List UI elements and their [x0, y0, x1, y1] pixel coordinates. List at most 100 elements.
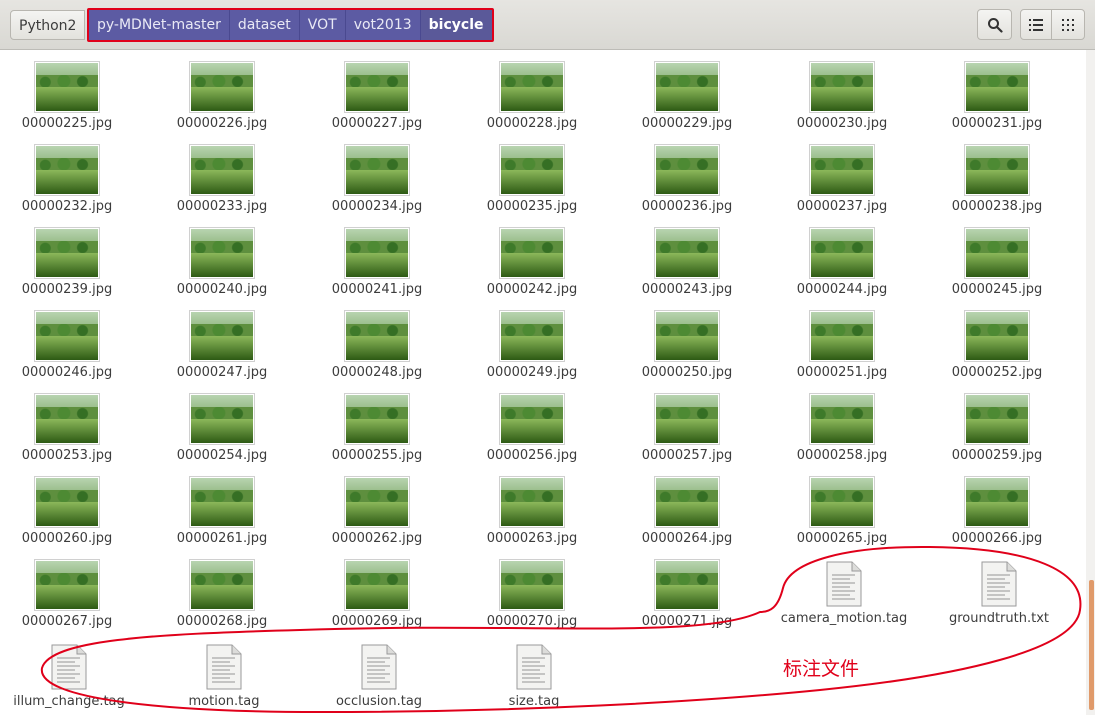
file-item[interactable]: 00000225.jpg	[2, 54, 132, 134]
file-name: size.tag	[508, 694, 560, 709]
image-thumbnail	[189, 393, 255, 445]
file-item[interactable]: 00000268.jpg	[157, 552, 287, 632]
file-item[interactable]: 00000252.jpg	[932, 303, 1062, 383]
file-item[interactable]: 00000245.jpg	[932, 220, 1062, 300]
file-item[interactable]: 00000240.jpg	[157, 220, 287, 300]
grid-view-button[interactable]	[1051, 9, 1085, 40]
file-name: illum_change.tag	[13, 694, 125, 709]
file-item[interactable]: 00000233.jpg	[157, 137, 287, 217]
list-view-button[interactable]	[1020, 9, 1052, 40]
file-item[interactable]: 00000267.jpg	[2, 552, 132, 632]
file-item[interactable]: 00000247.jpg	[157, 303, 287, 383]
file-item[interactable]: 00000250.jpg	[622, 303, 752, 383]
file-item[interactable]: 00000234.jpg	[312, 137, 442, 217]
image-thumbnail	[344, 227, 410, 279]
file-item[interactable]: 00000246.jpg	[2, 303, 132, 383]
image-thumbnail	[499, 559, 565, 611]
breadcrumb: Python2	[10, 10, 86, 40]
file-item[interactable]: 00000235.jpg	[467, 137, 597, 217]
file-item[interactable]: 00000256.jpg	[467, 386, 597, 466]
image-thumbnail	[654, 61, 720, 113]
file-item[interactable]: 00000271.jpg	[622, 552, 752, 632]
image-thumbnail	[189, 559, 255, 611]
breadcrumb-highlighted-path: py-MDNet-master dataset VOT vot2013 bicy…	[87, 8, 494, 42]
breadcrumb-item[interactable]: dataset	[229, 10, 300, 40]
file-item[interactable]: 00000237.jpg	[777, 137, 907, 217]
image-thumbnail	[189, 310, 255, 362]
file-item[interactable]: 00000266.jpg	[932, 469, 1062, 549]
file-item[interactable]: 00000259.jpg	[932, 386, 1062, 466]
file-name: 00000241.jpg	[331, 282, 423, 297]
file-item[interactable]: 00000226.jpg	[157, 54, 287, 134]
breadcrumb-item[interactable]: VOT	[299, 10, 346, 40]
file-item[interactable]: 00000228.jpg	[467, 54, 597, 134]
image-thumbnail	[34, 61, 100, 113]
file-item[interactable]: 00000232.jpg	[2, 137, 132, 217]
file-name: 00000257.jpg	[641, 448, 733, 463]
file-name: 00000252.jpg	[951, 365, 1043, 380]
file-item[interactable]: 00000231.jpg	[932, 54, 1062, 134]
file-name: 00000263.jpg	[486, 531, 578, 546]
breadcrumb-current[interactable]: bicycle	[420, 10, 492, 40]
image-thumbnail	[344, 559, 410, 611]
file-name: 00000238.jpg	[951, 199, 1043, 214]
file-item[interactable]: 00000269.jpg	[312, 552, 442, 632]
file-item[interactable]: 00000236.jpg	[622, 137, 752, 217]
file-item[interactable]: 00000241.jpg	[312, 220, 442, 300]
file-item[interactable]: 00000227.jpg	[312, 54, 442, 134]
toolbar: Python2 py-MDNet-master dataset VOT vot2…	[0, 0, 1095, 50]
file-item[interactable]: 00000230.jpg	[777, 54, 907, 134]
file-name: 00000269.jpg	[331, 614, 423, 629]
breadcrumb-item[interactable]: py-MDNet-master	[89, 10, 230, 40]
file-item[interactable]: 00000253.jpg	[2, 386, 132, 466]
search-button[interactable]	[977, 9, 1012, 40]
file-item[interactable]: 00000248.jpg	[312, 303, 442, 383]
image-thumbnail	[809, 61, 875, 113]
file-item[interactable]: 00000257.jpg	[622, 386, 752, 466]
file-item[interactable]: camera_motion.tag	[779, 555, 909, 635]
text-document-icon	[981, 561, 1017, 607]
file-name: 00000254.jpg	[176, 448, 268, 463]
file-name: 00000242.jpg	[486, 282, 578, 297]
file-item[interactable]: 00000254.jpg	[157, 386, 287, 466]
file-name: 00000244.jpg	[796, 282, 888, 297]
file-item[interactable]: 00000260.jpg	[2, 469, 132, 549]
list-view-icon	[1029, 18, 1043, 31]
file-name: 00000262.jpg	[331, 531, 423, 546]
file-name: groundtruth.txt	[948, 611, 1050, 626]
file-item[interactable]: 00000264.jpg	[622, 469, 752, 549]
file-item[interactable]: 00000239.jpg	[2, 220, 132, 300]
file-item[interactable]: groundtruth.txt	[934, 555, 1064, 635]
image-thumbnail	[654, 227, 720, 279]
breadcrumb-item[interactable]: vot2013	[345, 10, 421, 40]
scrollbar-thumb[interactable]	[1089, 580, 1094, 710]
file-item[interactable]: motion.tag	[159, 638, 289, 718]
text-document-icon	[361, 644, 397, 690]
file-item[interactable]: 00000263.jpg	[467, 469, 597, 549]
image-thumbnail	[809, 227, 875, 279]
file-name: 00000255.jpg	[331, 448, 423, 463]
file-item[interactable]: 00000265.jpg	[777, 469, 907, 549]
file-name: 00000245.jpg	[951, 282, 1043, 297]
file-item[interactable]: 00000244.jpg	[777, 220, 907, 300]
file-item[interactable]: 00000251.jpg	[777, 303, 907, 383]
image-thumbnail	[964, 144, 1030, 196]
file-item[interactable]: 00000242.jpg	[467, 220, 597, 300]
file-item[interactable]: 00000243.jpg	[622, 220, 752, 300]
file-item[interactable]: size.tag	[469, 638, 599, 718]
breadcrumb-root[interactable]: Python2	[10, 10, 86, 40]
file-item[interactable]: 00000229.jpg	[622, 54, 752, 134]
file-item[interactable]: 00000249.jpg	[467, 303, 597, 383]
image-thumbnail	[189, 61, 255, 113]
file-item[interactable]: 00000238.jpg	[932, 137, 1062, 217]
file-name: 00000230.jpg	[796, 116, 888, 131]
file-item[interactable]: 00000261.jpg	[157, 469, 287, 549]
file-item[interactable]: 00000270.jpg	[467, 552, 597, 632]
file-item[interactable]: 00000258.jpg	[777, 386, 907, 466]
file-item[interactable]: illum_change.tag	[4, 638, 134, 718]
file-item[interactable]: 00000255.jpg	[312, 386, 442, 466]
file-item[interactable]: 00000262.jpg	[312, 469, 442, 549]
image-thumbnail	[654, 559, 720, 611]
file-name: 00000261.jpg	[176, 531, 268, 546]
file-item[interactable]: occlusion.tag	[314, 638, 444, 718]
